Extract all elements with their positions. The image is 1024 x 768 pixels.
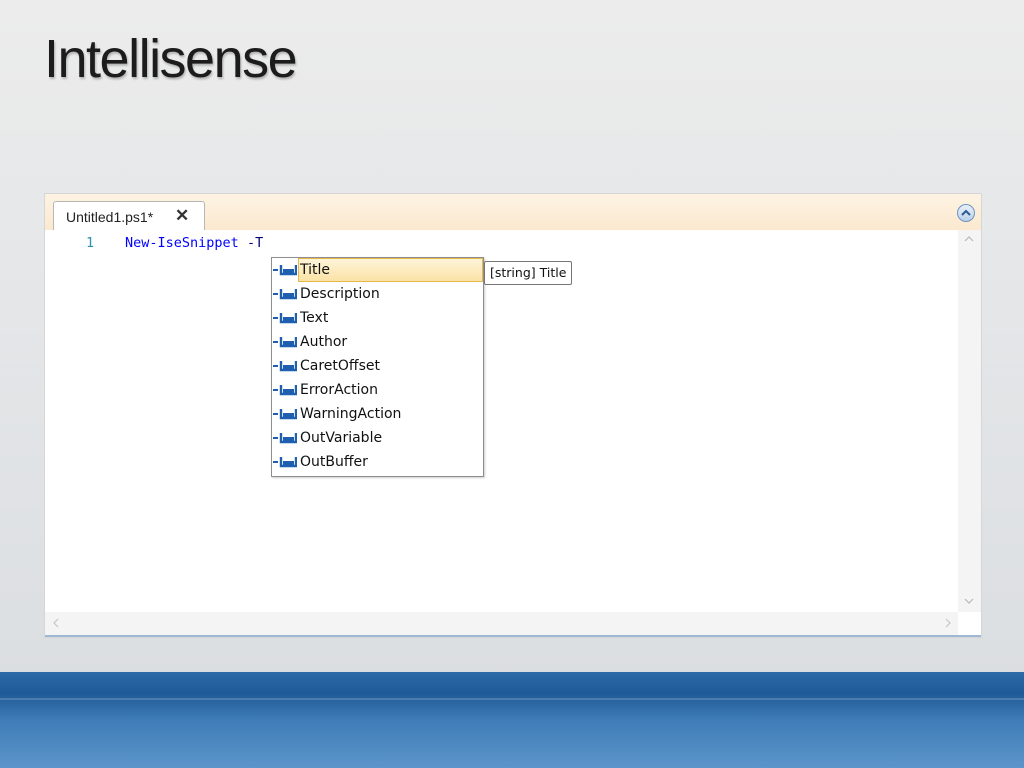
parameter-tooltip: [string] Title <box>484 261 573 285</box>
script-editor[interactable]: 1 New-IseSnippet -T <box>45 230 959 612</box>
parameter-icon <box>273 361 297 372</box>
scroll-down-icon[interactable] <box>964 598 974 604</box>
intellisense-label: Title <box>300 262 331 278</box>
intellisense-item-outbuffer[interactable]: OutBuffer <box>272 450 483 474</box>
intellisense-item-warningaction[interactable]: WarningAction <box>272 402 483 426</box>
intellisense-label: WarningAction <box>300 406 402 422</box>
parameter-icon <box>273 289 297 300</box>
scroll-corner <box>958 612 981 635</box>
tab-strip: Untitled1.ps1* ✕ <box>45 194 981 231</box>
intellisense-item-caretoffset[interactable]: CaretOffset <box>272 354 483 378</box>
intellisense-label: Description <box>300 286 380 302</box>
parameter-icon <box>273 409 297 420</box>
intellisense-item-erroraction[interactable]: ErrorAction <box>272 378 483 402</box>
vertical-scrollbar[interactable] <box>958 230 981 612</box>
command-token: New-IseSnippet <box>125 235 239 251</box>
intellisense-label: ErrorAction <box>300 382 378 398</box>
tab-label: Untitled1.ps1* <box>66 209 154 225</box>
slide-title: Intellisense <box>44 29 298 89</box>
slide-footer-band <box>0 672 1024 768</box>
intellisense-label: Text <box>300 310 329 326</box>
parameter-token: -T <box>246 235 264 251</box>
close-icon[interactable]: ✕ <box>175 206 189 226</box>
intellisense-label: OutVariable <box>300 430 383 446</box>
divider <box>45 635 981 637</box>
scroll-right-icon[interactable] <box>945 618 951 628</box>
code-line: 1 New-IseSnippet -T <box>45 235 959 253</box>
intellisense-item-outvariable[interactable]: OutVariable <box>272 426 483 450</box>
code-text: New-IseSnippet -T <box>125 235 263 251</box>
intellisense-item-description[interactable]: Description <box>272 282 483 306</box>
ise-editor-window: Untitled1.ps1* ✕ 1 New-IseSnippet -T <box>44 193 982 638</box>
intellisense-item-title[interactable]: Title <box>272 258 483 282</box>
parameter-icon <box>273 265 297 276</box>
intellisense-item-text[interactable]: Text <box>272 306 483 330</box>
intellisense-label: OutBuffer <box>300 454 368 470</box>
horizontal-scrollbar[interactable] <box>45 612 959 635</box>
parameter-icon <box>273 457 297 468</box>
parameter-icon <box>273 433 297 444</box>
intellisense-item-author[interactable]: Author <box>272 330 483 354</box>
intellisense-list[interactable]: Title Description Text Author CaretOffse… <box>271 257 484 477</box>
parameter-icon <box>273 313 297 324</box>
collapse-pane-button[interactable] <box>957 204 975 222</box>
intellisense-label: CaretOffset <box>300 358 380 374</box>
chevron-up-icon <box>961 209 971 216</box>
parameter-icon <box>273 385 297 396</box>
tab-untitled1[interactable]: Untitled1.ps1* ✕ <box>53 201 205 231</box>
scroll-left-icon[interactable] <box>53 618 59 628</box>
intellisense-label: Author <box>300 334 348 350</box>
parameter-icon <box>273 337 297 348</box>
line-number: 1 <box>86 235 95 251</box>
scroll-up-icon[interactable] <box>964 236 974 242</box>
